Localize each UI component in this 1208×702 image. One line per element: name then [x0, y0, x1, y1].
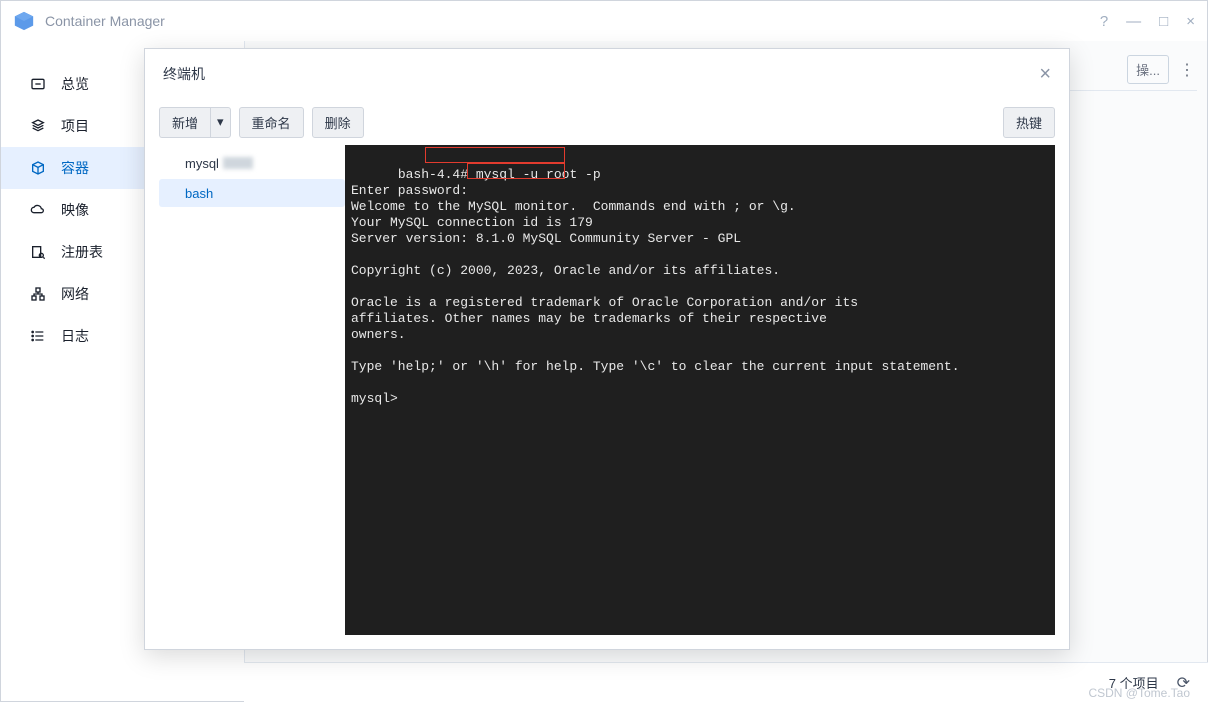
terminal-output[interactable]: bash-4.4# mysql -u root -p Enter passwor… — [345, 145, 1055, 635]
sidebar-item-label: 容器 — [61, 158, 89, 178]
help-button[interactable]: ? — [1100, 13, 1108, 30]
cube-stack-icon — [29, 117, 47, 135]
new-session-button[interactable]: 新增 — [159, 107, 210, 138]
hotkey-button[interactable]: 热键 — [1003, 107, 1055, 138]
sidebar-item-label: 日志 — [61, 326, 89, 346]
modal-title: 终端机 — [163, 64, 205, 84]
gauge-icon — [29, 75, 47, 93]
new-session-dropdown[interactable]: ▾ — [210, 107, 231, 138]
sidebar-item-label: 总览 — [61, 74, 89, 94]
rename-button[interactable]: 重命名 — [239, 107, 304, 138]
new-session-split: 新增 ▾ — [159, 107, 231, 138]
modal-close-icon[interactable]: × — [1039, 63, 1051, 86]
content-actions: 操... ⋮ — [1127, 55, 1195, 84]
sidebar-item-label: 注册表 — [61, 242, 103, 262]
titlebar: Container Manager ? — □ × — [1, 1, 1207, 41]
session-label: bash — [185, 186, 213, 201]
cube-icon — [29, 159, 47, 177]
footer: 7 个项目 ⟳ — [244, 662, 1208, 702]
app-icon — [13, 10, 35, 32]
app-title: Container Manager — [45, 13, 165, 29]
network-icon — [29, 285, 47, 303]
delete-button[interactable]: 删除 — [312, 107, 364, 138]
terminal-modal: 终端机 × 新增 ▾ 重命名 删除 热键 mysql bash bash-4.4… — [144, 48, 1070, 650]
list-icon — [29, 327, 47, 345]
operation-column-header[interactable]: 操... — [1127, 55, 1169, 84]
session-item-mysql[interactable]: mysql — [159, 149, 345, 177]
terminal-text: bash-4.4# mysql -u root -p Enter passwor… — [351, 167, 960, 406]
more-icon[interactable]: ⋮ — [1179, 60, 1195, 80]
modal-toolbar: 新增 ▾ 重命名 删除 热键 — [145, 99, 1069, 145]
sidebar-item-label: 项目 — [61, 116, 89, 136]
minimize-button[interactable]: — — [1126, 13, 1141, 30]
sidebar-item-label: 映像 — [61, 200, 89, 220]
session-label: mysql — [185, 156, 219, 171]
window-controls: ? — □ × — [1100, 13, 1195, 30]
list-search-icon — [29, 243, 47, 261]
modal-header: 终端机 × — [145, 49, 1069, 99]
highlight-box — [467, 163, 565, 179]
session-list: mysql bash — [159, 145, 345, 635]
session-item-bash[interactable]: bash — [159, 179, 345, 207]
watermark: CSDN @Tome.Tao — [1088, 686, 1190, 700]
blurred-text — [223, 157, 253, 169]
highlight-box — [425, 147, 565, 163]
maximize-button[interactable]: □ — [1159, 13, 1168, 30]
modal-body: mysql bash bash-4.4# mysql -u root -p En… — [145, 145, 1069, 649]
close-button[interactable]: × — [1186, 13, 1195, 30]
sidebar-item-label: 网络 — [61, 284, 89, 304]
cloud-icon — [29, 201, 47, 219]
